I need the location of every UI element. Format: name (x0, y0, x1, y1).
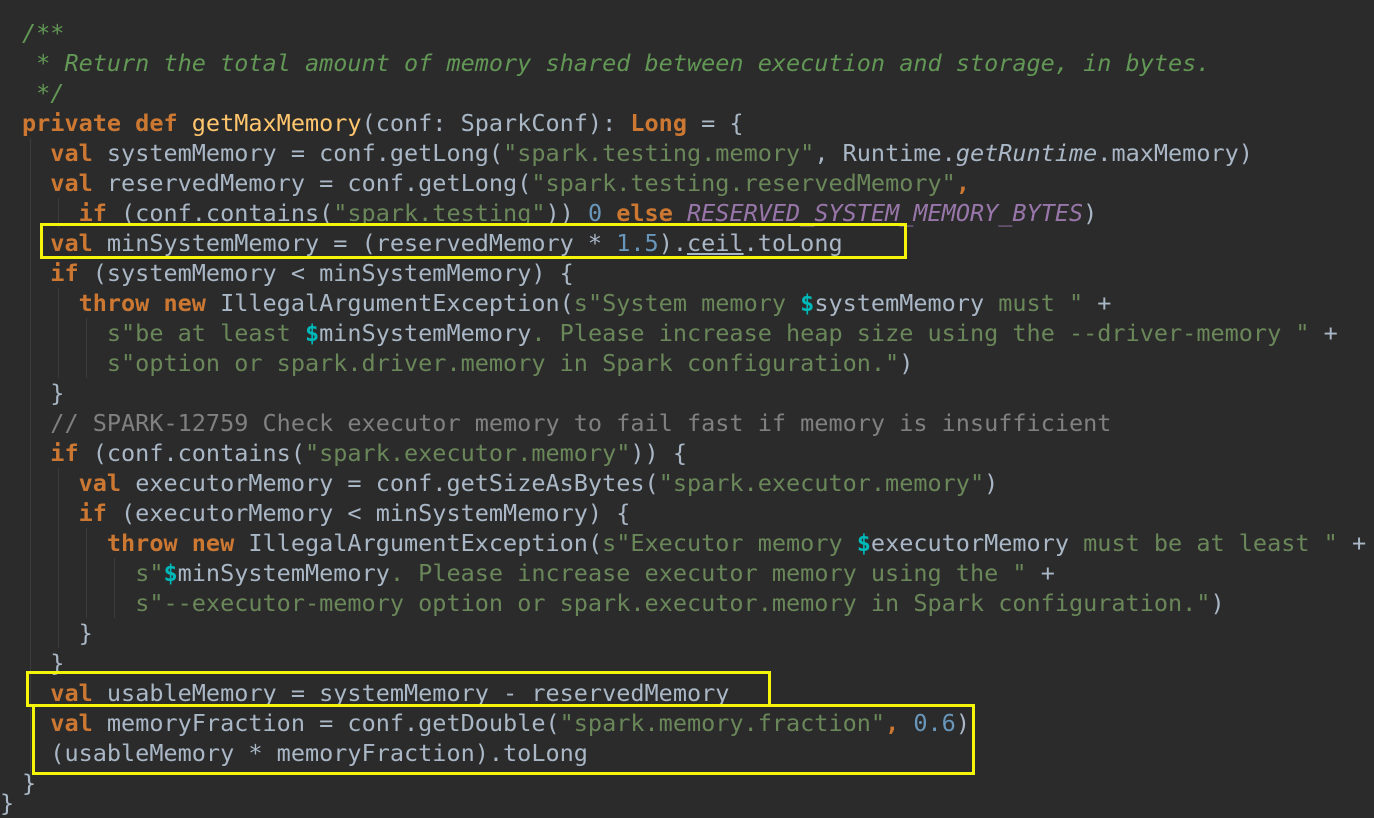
highlight-box-usable-memory (26, 671, 771, 707)
code-line[interactable]: if (systemMemory < minSystemMemory) { (22, 258, 574, 288)
code-token: , (955, 169, 970, 197)
code-token: executorMemory (870, 529, 1069, 557)
highlight-box-min-system-memory (40, 223, 907, 259)
code-line[interactable]: throw new IllegalArgumentException(s"Exe… (22, 528, 1366, 558)
code-token: $ (856, 529, 871, 557)
code-token: s"option or spark.driver.memory in Spark… (106, 349, 900, 377)
code-token: val (78, 469, 122, 497)
code-line[interactable]: s"$minSystemMemory. Please increase exec… (22, 558, 1055, 588)
code-token: = { (686, 109, 744, 137)
code-line[interactable]: * Return the total amount of memory shar… (22, 48, 1210, 78)
code-token: (systemMemory < minSystemMemory) { (78, 259, 574, 287)
code-token: if (50, 259, 79, 287)
code-line[interactable]: if (executorMemory < minSystemMemory) { (22, 498, 631, 528)
code-token: val (50, 139, 93, 167)
code-line[interactable]: */ (22, 78, 64, 108)
code-token: + (1083, 289, 1112, 317)
code-token: + (1309, 319, 1338, 347)
code-token: ) (899, 349, 914, 377)
code-token: . Please increase heap size using the --… (531, 319, 1310, 347)
code-token: // SPARK-12759 Check executor memory to … (22, 409, 1112, 437)
code-token: /** (22, 19, 65, 47)
code-token: "spark.executor.memory" (658, 469, 985, 497)
code-line[interactable]: val reservedMemory = conf.getLong("spark… (22, 168, 970, 198)
code-editor[interactable]: /** * Return the total amount of memory … (0, 0, 1374, 818)
code-token: s"--executor-memory option or spark.exec… (135, 589, 1211, 617)
code-token: ) (984, 469, 999, 497)
code-token: , Runtime. (814, 139, 956, 167)
code-token: "spark.executor.memory" (304, 439, 631, 467)
code-token: ) (1210, 589, 1225, 617)
code-token: (conf.contains( (78, 439, 305, 467)
code-token: minSystemMemory (177, 559, 390, 587)
code-line[interactable]: s"be at least $minSystemMemory. Please i… (22, 318, 1338, 348)
code-token: } (0, 789, 15, 817)
code-token: * Return the total amount of memory shar… (22, 49, 1211, 77)
code-line[interactable]: if (conf.contains("spark.executor.memory… (22, 438, 687, 468)
code-line[interactable]: /** (22, 18, 64, 48)
code-token: private def (22, 109, 192, 137)
code-token: } (22, 379, 65, 407)
code-line[interactable]: throw new IllegalArgumentException(s"Sys… (22, 288, 1112, 318)
code-token: $ (800, 289, 815, 317)
code-token: minSystemMemory (319, 319, 532, 347)
code-token: + (1026, 559, 1055, 587)
code-token: $ (304, 319, 320, 347)
code-token: .maxMemory) (1097, 139, 1253, 167)
code-line[interactable]: } (22, 378, 64, 408)
code-token: systemMemory = conf.getLong( (92, 139, 504, 167)
code-token: must be at least " (1069, 529, 1338, 557)
code-token: must " (984, 289, 1084, 317)
code-token: )) { (630, 439, 687, 467)
code-token: getRuntime (955, 139, 1098, 167)
code-token: ) (1083, 199, 1098, 227)
code-token: systemMemory (814, 289, 985, 317)
code-token: s" (135, 559, 164, 587)
code-token: getMaxMemory (191, 109, 362, 137)
code-token: $ (163, 559, 178, 587)
code-token: } (22, 619, 93, 647)
code-line[interactable]: } (22, 618, 93, 648)
code-token: if (50, 439, 79, 467)
code-token: s"System memory (573, 289, 801, 317)
highlight-box-memory-fraction (32, 704, 975, 775)
code-token: IllegalArgumentException( (205, 289, 574, 317)
code-token: (executorMemory < minSystemMemory) { (106, 499, 631, 527)
code-token: (conf: SparkConf): (361, 109, 631, 137)
code-token: reservedMemory = conf.getLong( (92, 169, 532, 197)
code-token: s"be at least (106, 319, 305, 347)
code-token: "spark.testing.memory" (503, 139, 815, 167)
code-token: executorMemory = conf.getSizeAsBytes( (121, 469, 659, 497)
code-token: IllegalArgumentException( (234, 529, 603, 557)
code-token: */ (22, 79, 65, 107)
code-line[interactable]: val executorMemory = conf.getSizeAsBytes… (22, 468, 999, 498)
code-token: . Please increase executor memory using … (389, 559, 1027, 587)
code-token: Long (630, 109, 687, 137)
code-line[interactable]: } (0, 788, 14, 818)
code-token: + (1337, 529, 1367, 557)
code-token: s"Executor memory (602, 529, 857, 557)
code-line[interactable]: s"option or spark.driver.memory in Spark… (22, 348, 913, 378)
code-line[interactable]: s"--executor-memory option or spark.exec… (22, 588, 1225, 618)
code-line[interactable]: // SPARK-12759 Check executor memory to … (22, 408, 1111, 438)
code-token: val (50, 169, 93, 197)
code-token: if (78, 499, 107, 527)
code-token: throw new (78, 289, 206, 317)
code-line[interactable]: val systemMemory = conf.getLong("spark.t… (22, 138, 1253, 168)
code-token: "spark.testing.reservedMemory" (531, 169, 956, 197)
code-line[interactable]: private def getMaxMemory(conf: SparkConf… (22, 108, 744, 138)
code-token: throw new (106, 529, 235, 557)
